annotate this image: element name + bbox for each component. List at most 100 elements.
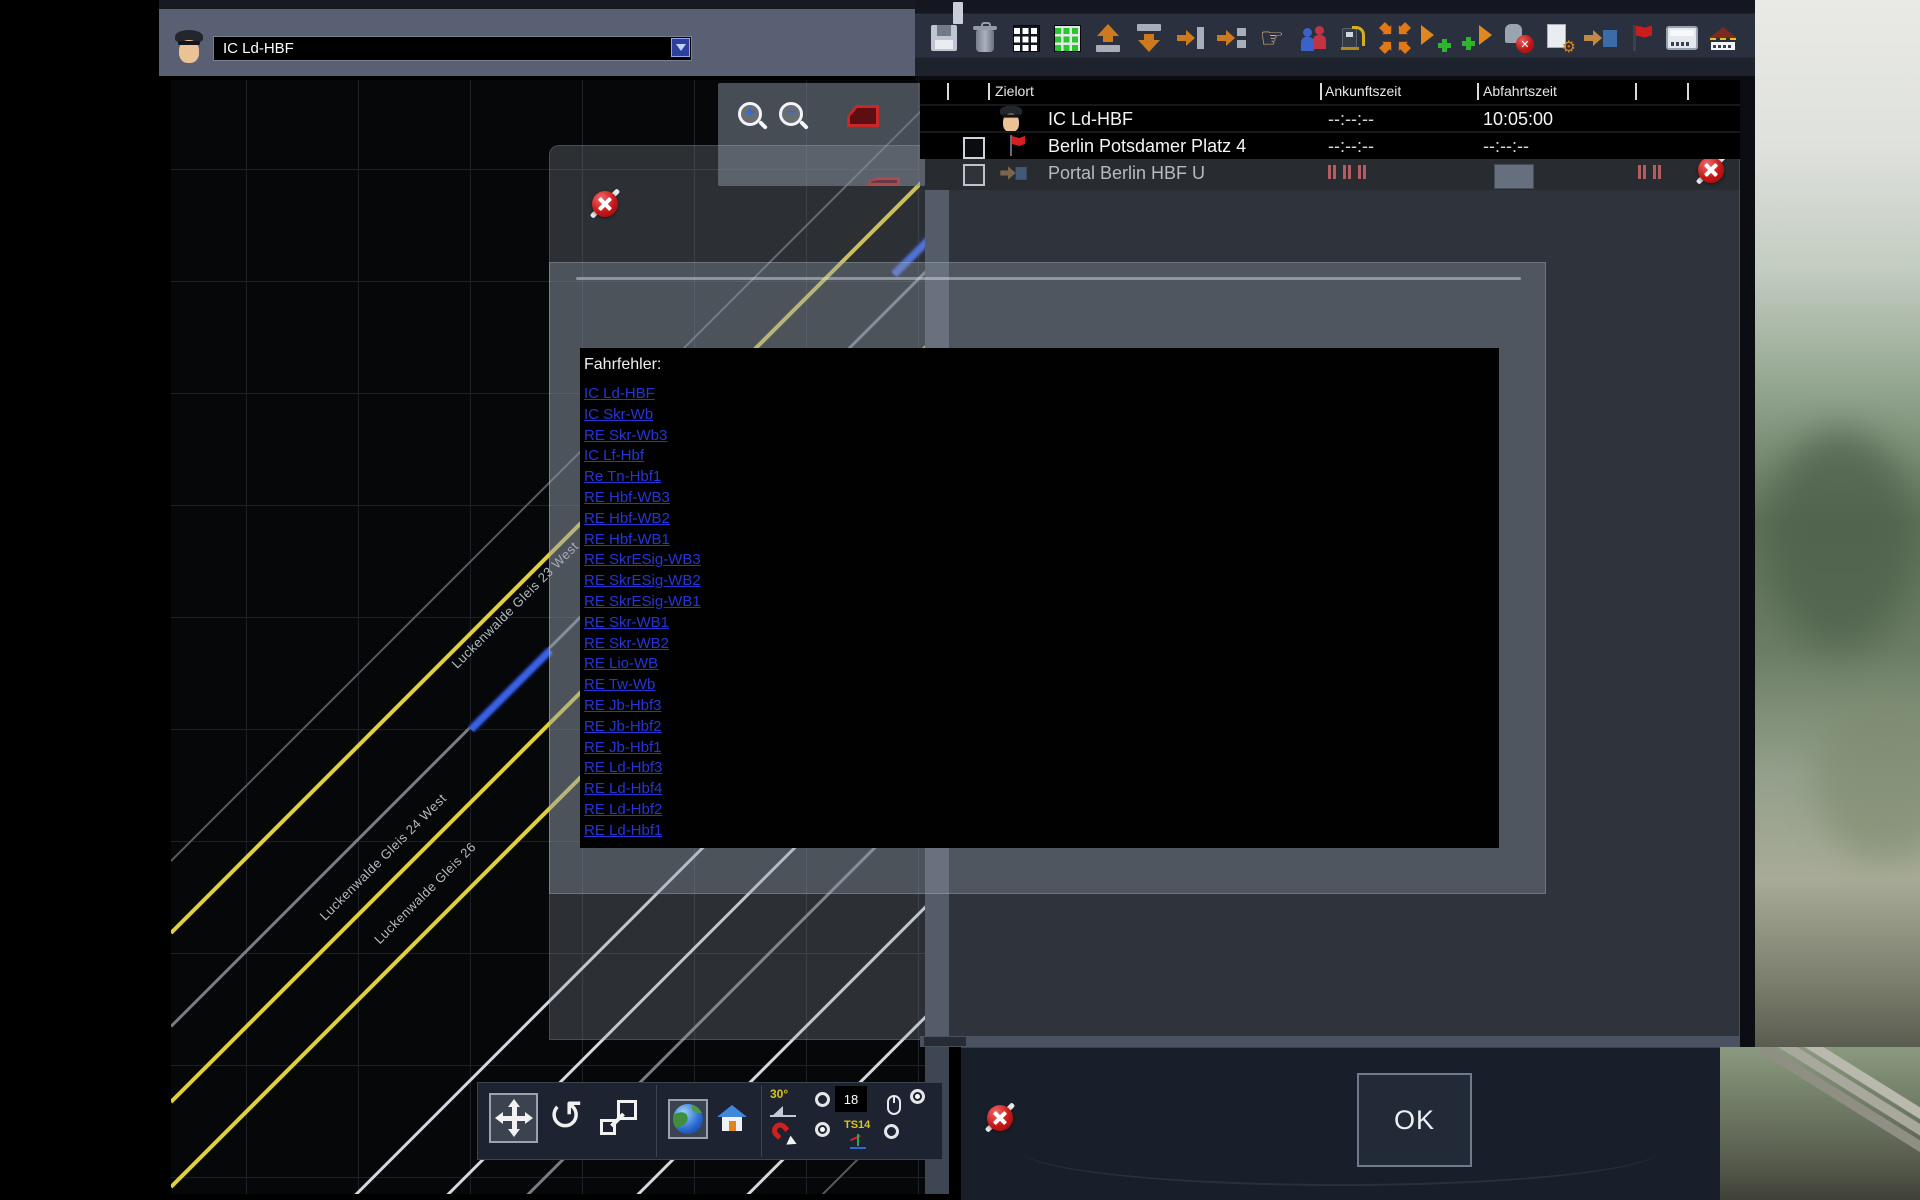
arrow-right-icon bbox=[1177, 30, 1195, 46]
table-row[interactable]: IC Ld-HBF --:--:-- 10:05:00 bbox=[920, 104, 1740, 132]
selected-train-segment[interactable] bbox=[468, 647, 554, 733]
send-to-portal-button[interactable] bbox=[1584, 18, 1616, 58]
remove-train-button[interactable]: ✕ bbox=[1502, 18, 1534, 58]
fahrfehler-link[interactable]: RE Ld-Hbf2 bbox=[584, 800, 662, 821]
fahrfehler-link[interactable]: RE Tw-Wb bbox=[584, 675, 655, 696]
passengers-button[interactable] bbox=[1297, 18, 1329, 58]
globe-view-button[interactable] bbox=[668, 1099, 708, 1139]
divider bbox=[761, 1085, 762, 1157]
fuel-pump-icon bbox=[1340, 24, 1368, 52]
add-after-button[interactable] bbox=[1420, 18, 1452, 58]
remove-train-icon: ✕ bbox=[1504, 24, 1532, 52]
fahrfehler-link[interactable]: RE Ld-Hbf4 bbox=[584, 779, 662, 800]
fahrfehler-link[interactable]: IC Skr-Wb bbox=[584, 405, 653, 426]
move-down-button[interactable] bbox=[1133, 18, 1165, 58]
grid-green-button[interactable] bbox=[1051, 18, 1083, 58]
add-after-icon bbox=[1421, 24, 1451, 52]
titlebar-strip bbox=[159, 0, 915, 9]
document-gear-icon: ⚙ bbox=[1545, 24, 1573, 52]
insert-before-button[interactable] bbox=[1215, 18, 1247, 58]
zoom-out-icon[interactable]: − bbox=[779, 102, 803, 126]
close-icon[interactable] bbox=[591, 190, 619, 218]
dialog-footer: OK bbox=[961, 1047, 1720, 1200]
fahrfehler-link[interactable]: RE Skr-WB1 bbox=[584, 613, 669, 634]
error-dialog: Fahrfehler: IC Ld-HBFIC Skr-WbRE Skr-Wb3… bbox=[549, 262, 1546, 894]
grid-white-button[interactable] bbox=[1010, 18, 1042, 58]
collapse-arrows-icon bbox=[1381, 24, 1409, 52]
fahrfehler-link[interactable]: RE Lio-WB bbox=[584, 654, 658, 675]
fahrfehler-link[interactable]: IC Lf-Hbf bbox=[584, 446, 644, 467]
col-ankunftszeit[interactable]: Ankunftszeit bbox=[1325, 83, 1401, 99]
horizontal-scrollbar[interactable] bbox=[920, 1036, 1740, 1047]
ok-button[interactable]: OK bbox=[1357, 1073, 1472, 1167]
mouse-mode-radio[interactable] bbox=[910, 1089, 925, 1104]
chevron-down-icon[interactable] bbox=[671, 38, 690, 57]
scale-tool-button[interactable] bbox=[598, 1099, 638, 1137]
fahrfehler-link[interactable]: RE Jb-Hbf2 bbox=[584, 717, 662, 738]
fuel-button[interactable] bbox=[1338, 18, 1370, 58]
home-view-button[interactable] bbox=[716, 1105, 748, 1133]
ts-radio[interactable] bbox=[884, 1124, 899, 1139]
move-up-button[interactable] bbox=[1092, 18, 1124, 58]
fahrfehler-link[interactable]: RE Skr-WB2 bbox=[584, 634, 669, 655]
properties-button[interactable]: ⚙ bbox=[1543, 18, 1575, 58]
fahrfehler-link[interactable]: RE Hbf-WB1 bbox=[584, 530, 670, 551]
fahrfehler-link[interactable]: RE Jb-Hbf3 bbox=[584, 696, 662, 717]
driver-head-icon bbox=[174, 28, 204, 68]
col-abfahrtszeit[interactable]: Abfahrtszeit bbox=[1483, 83, 1557, 99]
flag-button[interactable] bbox=[1625, 18, 1657, 58]
passengers-icon bbox=[1299, 25, 1327, 52]
snap-radio[interactable] bbox=[815, 1122, 830, 1137]
collapse-button[interactable] bbox=[1379, 18, 1411, 58]
cell-zielort: Berlin Potsdamer Platz 4 bbox=[1048, 136, 1246, 157]
portal-icon bbox=[1584, 30, 1617, 47]
depot-button[interactable] bbox=[1707, 18, 1739, 58]
move-tool-button[interactable] bbox=[489, 1093, 538, 1143]
cell-zielort: IC Ld-HBF bbox=[1048, 109, 1133, 130]
insert-after-button[interactable] bbox=[1174, 18, 1206, 58]
divider bbox=[656, 1085, 657, 1157]
fahrfehler-link[interactable]: RE Hbf-WB2 bbox=[584, 509, 670, 530]
fahrfehler-link[interactable]: RE Hbf-WB3 bbox=[584, 488, 670, 509]
world-viewport-corner bbox=[1720, 1047, 1920, 1200]
error-list-panel: Fahrfehler: IC Ld-HBFIC Skr-WbRE Skr-Wb3… bbox=[580, 348, 1499, 848]
control-panel-button[interactable] bbox=[1666, 18, 1698, 58]
hand-icon: ☞ bbox=[1260, 25, 1284, 52]
cell-abfahrt: 10:05:00 bbox=[1483, 109, 1553, 130]
angle-radio[interactable] bbox=[815, 1092, 830, 1107]
pointer-hand-button[interactable]: ☞ bbox=[1256, 18, 1288, 58]
angle-mode-icon[interactable]: 30° bbox=[770, 1087, 806, 1117]
grid-green-icon bbox=[1054, 25, 1081, 52]
fahrfehler-link[interactable]: RE Skr-Wb3 bbox=[584, 426, 667, 447]
table-row[interactable]: Berlin Potsdamer Platz 4 --:--:-- --:--:… bbox=[920, 131, 1740, 159]
scrollbar-thumb[interactable] bbox=[924, 1037, 966, 1046]
row-checkbox[interactable] bbox=[963, 137, 985, 159]
col-zielort[interactable]: Zielort bbox=[995, 83, 1034, 99]
world-viewport bbox=[1755, 0, 1920, 1047]
train-select-dropdown[interactable]: IC Ld-HBF bbox=[213, 36, 692, 61]
fahrfehler-link[interactable]: RE Jb-Hbf1 bbox=[584, 738, 662, 759]
close-icon[interactable] bbox=[1697, 156, 1725, 184]
save-button[interactable] bbox=[928, 18, 960, 58]
fahrfehler-link[interactable]: Re Tn-Hbf1 bbox=[584, 467, 661, 488]
arrow-up-icon bbox=[1095, 24, 1121, 52]
ts-mode-icon[interactable]: TS14 bbox=[844, 1119, 878, 1149]
grid-step-value[interactable]: 18 bbox=[835, 1086, 867, 1112]
fahrfehler-link[interactable]: RE Ld-Hbf3 bbox=[584, 758, 662, 779]
close-icon[interactable] bbox=[986, 1104, 1014, 1132]
fahrfehler-link[interactable]: RE SkrESig-WB2 bbox=[584, 571, 701, 592]
delete-button[interactable] bbox=[969, 18, 1001, 58]
schedule-table: Zielort Ankunftszeit Abfahrtszeit IC Ld-… bbox=[920, 80, 1740, 157]
signal-shape-icon[interactable] bbox=[847, 105, 879, 127]
fahrfehler-link[interactable]: RE SkrESig-WB1 bbox=[584, 592, 701, 613]
fahrfehler-link[interactable]: RE SkrESig-WB3 bbox=[584, 550, 701, 571]
add-before-button[interactable] bbox=[1461, 18, 1493, 58]
fahrfehler-link[interactable]: RE Ld-Hbf1 bbox=[584, 821, 662, 842]
magnet-snap-icon[interactable] bbox=[769, 1121, 795, 1147]
rotate-tool-button[interactable]: ↺ bbox=[548, 1095, 583, 1137]
red-flag-icon bbox=[1008, 135, 1026, 157]
globe-icon bbox=[673, 1104, 703, 1134]
fahrfehler-link[interactable]: IC Ld-HBF bbox=[584, 384, 655, 405]
zoom-in-icon[interactable]: + bbox=[738, 102, 762, 126]
grid-white-icon bbox=[1013, 25, 1040, 52]
